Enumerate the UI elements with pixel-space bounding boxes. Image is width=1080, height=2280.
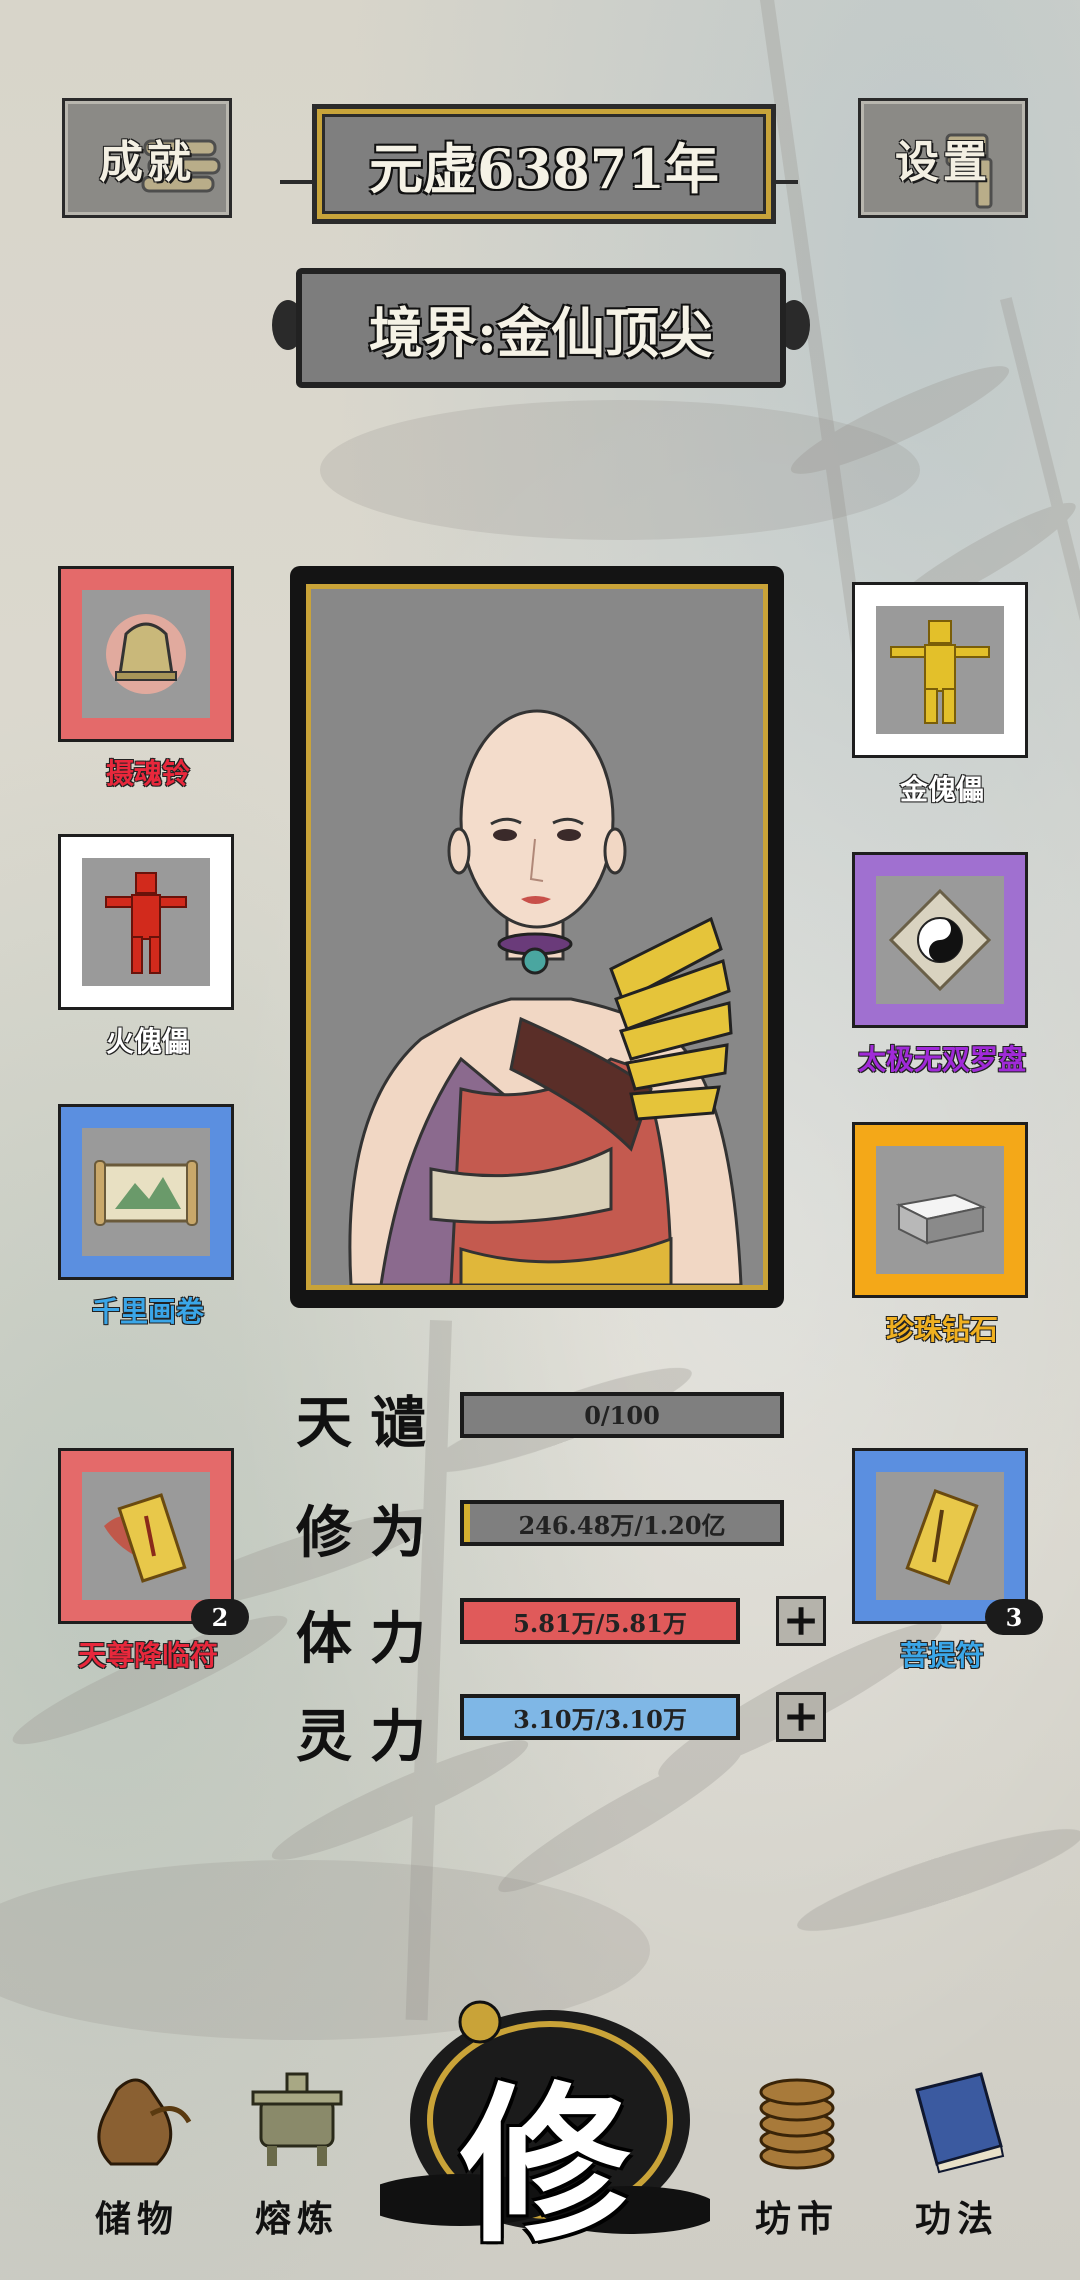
cultivator-figure bbox=[348, 709, 743, 1285]
diamond-block-icon bbox=[895, 1193, 987, 1245]
cultivate-glyph: 修 bbox=[460, 2066, 631, 2266]
lingli-bar: 3.10万/3.10万 bbox=[460, 1694, 740, 1740]
talisman-icon bbox=[905, 1489, 979, 1585]
item-pearl-diamond[interactable]: 珍珠钻石 bbox=[852, 1122, 1032, 1348]
settings-button[interactable]: 设置 bbox=[858, 98, 1028, 218]
item-taiji-compass[interactable]: 太极无双罗盘 bbox=[852, 852, 1032, 1078]
gold-puppet-icon bbox=[890, 620, 990, 724]
item-tile bbox=[58, 834, 234, 1010]
year-plaque: 元虚63871年 bbox=[312, 104, 776, 224]
cauldron-icon bbox=[251, 2072, 343, 2166]
item-count-badge: 2 bbox=[191, 1599, 249, 1635]
painting-scroll-icon bbox=[94, 1160, 198, 1226]
bell-icon bbox=[106, 614, 186, 694]
item-tile: 2 bbox=[58, 1448, 249, 1635]
character-portrait[interactable] bbox=[306, 584, 768, 1290]
achievement-button[interactable]: 成就 bbox=[62, 98, 232, 218]
item-qianli-scroll[interactable]: 千里画卷 bbox=[58, 1104, 238, 1330]
item-tile bbox=[852, 852, 1028, 1028]
coins-icon bbox=[759, 2078, 835, 2170]
item-tile bbox=[852, 582, 1028, 758]
talisman-icon bbox=[104, 1493, 187, 1583]
item-tile bbox=[58, 1104, 234, 1280]
stat-label-tili: 体力 bbox=[296, 1606, 444, 1672]
stat-label-lingli: 灵力 bbox=[296, 1704, 444, 1770]
item-shehun-bell[interactable]: 摄魂铃 bbox=[58, 566, 238, 792]
item-count-badge: 3 bbox=[985, 1599, 1043, 1635]
lingli-add-button[interactable]: + bbox=[776, 1692, 826, 1742]
stat-label-xiuwei: 修为 bbox=[296, 1500, 444, 1566]
pouch-icon bbox=[97, 2078, 192, 2166]
item-tile bbox=[852, 1122, 1028, 1298]
tili-bar: 5.81万/5.81万 bbox=[460, 1598, 740, 1644]
year-text: 元虚63871年 bbox=[369, 136, 719, 201]
nav-storage[interactable]: 储物 bbox=[62, 2060, 212, 2242]
realm-text: 境界:金仙顶尖 bbox=[369, 300, 713, 365]
tianqian-bar: 0/100 bbox=[460, 1392, 784, 1438]
tili-add-button[interactable]: + bbox=[776, 1596, 826, 1646]
nav-skills[interactable]: 功法 bbox=[882, 2060, 1032, 2242]
compass-icon bbox=[888, 888, 992, 992]
nav-market[interactable]: 坊市 bbox=[722, 2060, 872, 2242]
item-tile bbox=[58, 566, 234, 742]
item-bodhi-talisman[interactable]: 3 菩提符 bbox=[852, 1448, 1043, 1674]
cultivate-button[interactable]: 修 bbox=[360, 2000, 720, 2266]
realm-plaque: 境界:金仙顶尖 bbox=[296, 268, 786, 388]
nav-refine[interactable]: 熔炼 bbox=[222, 2060, 372, 2242]
stat-label-tianqian: 天谴 bbox=[296, 1390, 444, 1456]
item-gold-puppet[interactable]: 金傀儡 bbox=[852, 582, 1032, 808]
red-puppet-icon bbox=[105, 872, 187, 974]
item-tianzun-talisman[interactable]: 2 天尊降临符 bbox=[58, 1448, 249, 1674]
item-fire-puppet[interactable]: 火傀儡 bbox=[58, 834, 238, 1060]
xiuwei-bar: 246.48万/1.20亿 bbox=[460, 1500, 784, 1546]
item-tile: 3 bbox=[852, 1448, 1043, 1635]
book-icon bbox=[915, 2072, 1005, 2174]
